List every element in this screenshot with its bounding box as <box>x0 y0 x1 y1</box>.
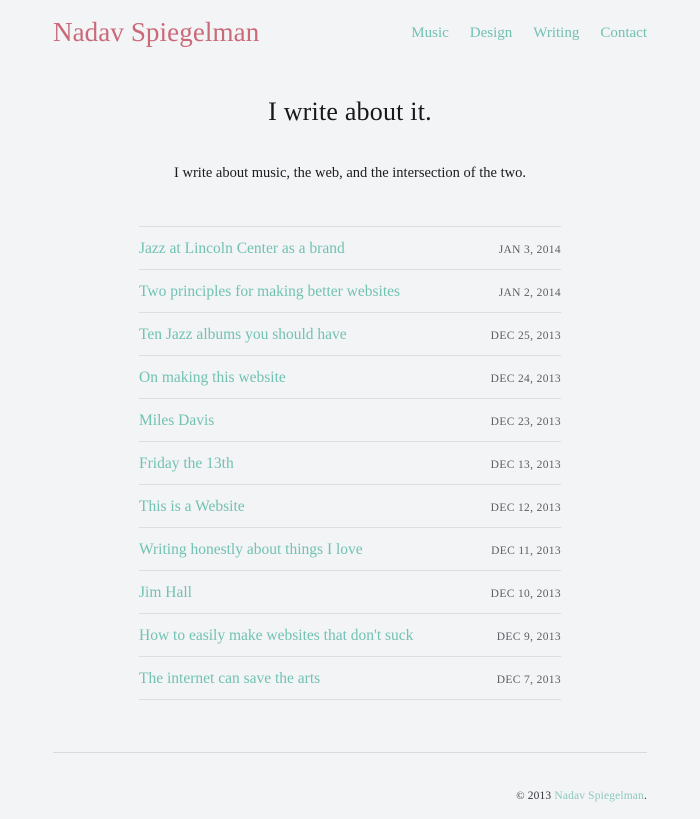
site-logo[interactable]: Nadav Spiegelman <box>53 17 259 46</box>
post-title-link[interactable]: Jazz at Lincoln Center as a brand <box>139 227 345 270</box>
nav-item-contact[interactable]: Contact <box>600 25 647 41</box>
post-title-link[interactable]: Writing honestly about things I love <box>139 528 363 571</box>
post-title-link[interactable]: Jim Hall <box>139 571 192 614</box>
post-date: Dec 25, 2013 <box>490 330 561 342</box>
post-list-item[interactable]: How to easily make websites that don't s… <box>139 614 561 657</box>
post-date: Jan 3, 2014 <box>498 244 561 256</box>
post-title-link[interactable]: Ten Jazz albums you should have <box>139 313 347 356</box>
post-date: Dec 11, 2013 <box>491 545 561 557</box>
intro-section: I write about it. I write about music, t… <box>53 96 647 183</box>
post-title-link[interactable]: How to easily make websites that don't s… <box>139 614 413 657</box>
page-title: I write about it. <box>268 97 432 126</box>
site-footer: © 2013 Nadav Spiegelman. <box>53 752 647 813</box>
nav-item-music[interactable]: Music <box>411 25 449 41</box>
post-date: Dec 23, 2013 <box>490 416 561 428</box>
post-list-item[interactable]: Jim Hall Dec 10, 2013 <box>139 571 561 614</box>
page-root: Nadav Spiegelman Music Design Writing Co… <box>0 0 700 819</box>
post-date: Dec 12, 2013 <box>490 502 561 514</box>
copyright-suffix: . <box>643 789 647 802</box>
post-list-item[interactable]: Jazz at Lincoln Center as a brand Jan 3,… <box>139 227 561 270</box>
post-list-item[interactable]: Ten Jazz albums you should have Dec 25, … <box>139 313 561 356</box>
page-subtitle: I write about music, the web, and the in… <box>174 165 526 182</box>
copyright-year: 2013 <box>527 789 552 802</box>
post-title-link[interactable]: On making this website <box>139 356 286 399</box>
post-date: Dec 7, 2013 <box>496 674 561 686</box>
post-title-link[interactable]: Friday the 13th <box>139 442 234 485</box>
post-list-item[interactable]: The internet can save the arts Dec 7, 20… <box>139 657 561 700</box>
post-list: Jazz at Lincoln Center as a brand Jan 3,… <box>139 226 561 700</box>
post-list-item[interactable]: Miles Davis Dec 23, 2013 <box>139 399 561 442</box>
post-date: Dec 24, 2013 <box>490 373 561 385</box>
post-date: Jan 2, 2014 <box>498 287 561 299</box>
post-list-item[interactable]: Friday the 13th Dec 13, 2013 <box>139 442 561 485</box>
copyright-notice: © 2013 Nadav Spiegelman. <box>516 765 647 802</box>
post-list-item[interactable]: Writing honestly about things I love Dec… <box>139 528 561 571</box>
post-list-item[interactable]: On making this website Dec 24, 2013 <box>139 356 561 399</box>
post-title-link[interactable]: The internet can save the arts <box>139 657 320 700</box>
post-title-link[interactable]: Miles Davis <box>139 399 214 442</box>
nav-item-writing[interactable]: Writing <box>533 25 579 41</box>
post-date: Dec 10, 2013 <box>490 588 561 600</box>
nav-item-design[interactable]: Design <box>470 25 513 41</box>
post-title-link[interactable]: Two principles for making better website… <box>139 270 400 313</box>
post-list-item[interactable]: This is a Website Dec 12, 2013 <box>139 485 561 528</box>
post-date: Dec 13, 2013 <box>490 459 561 471</box>
footer-author-link[interactable]: Nadav Spiegelman <box>554 790 644 802</box>
copyright-symbol: © <box>516 789 525 802</box>
post-date: Dec 9, 2013 <box>496 631 561 643</box>
primary-nav: Music Design Writing Contact <box>411 22 647 41</box>
site-header: Nadav Spiegelman Music Design Writing Co… <box>53 0 647 62</box>
post-list-item[interactable]: Two principles for making better website… <box>139 270 561 313</box>
post-title-link[interactable]: This is a Website <box>139 485 245 528</box>
